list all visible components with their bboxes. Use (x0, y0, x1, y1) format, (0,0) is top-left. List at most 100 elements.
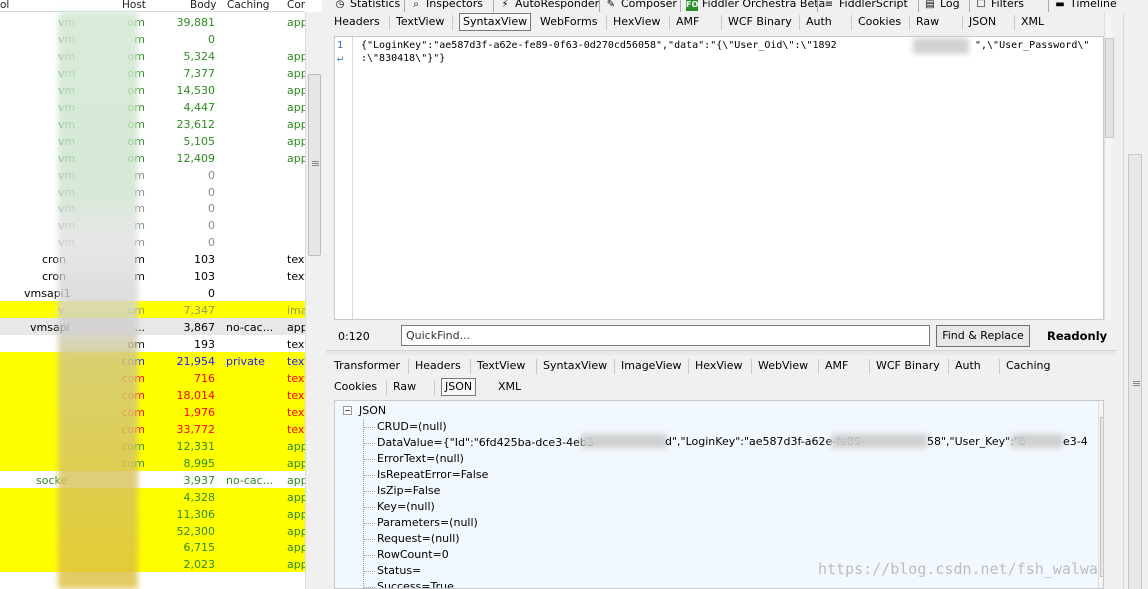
session-row[interactable]: 4,328 app (0, 487, 305, 505)
session-row[interactable]: vm m 0 (0, 29, 305, 47)
editor-scrollbar[interactable] (1104, 12, 1114, 320)
request-tab-headers[interactable]: Headers (334, 15, 380, 28)
column-header-caching[interactable]: Caching (227, 0, 269, 11)
scrollbar-thumb[interactable] (308, 74, 321, 256)
session-row[interactable]: cronm103text (0, 267, 305, 285)
session-row[interactable]: vm om 5,324 app (0, 46, 305, 64)
request-tab-raw[interactable]: Raw (916, 15, 939, 28)
response-tab-hexview[interactable]: HexView (695, 359, 742, 372)
column-header-content-type[interactable]: Cor (287, 0, 305, 11)
response-tab-amf[interactable]: AMF (825, 359, 848, 372)
column-header-host[interactable]: Host (122, 0, 146, 11)
request-tab-amf[interactable]: AMF (676, 15, 699, 28)
session-row[interactable]: com 21,954 private text (0, 352, 305, 369)
response-tab-auth[interactable]: Auth (955, 359, 981, 372)
session-row[interactable]: com 12,331 app (0, 436, 305, 454)
response-tab-transformer[interactable]: Transformer (334, 359, 400, 372)
collapse-toggle-icon[interactable]: − (343, 406, 352, 415)
response-tab-wcf-binary[interactable]: WCF Binary (876, 359, 940, 372)
session-row[interactable]: vm om 14,530 app (0, 80, 305, 98)
session-row[interactable]: 6,715 app (0, 538, 305, 556)
session-row[interactable]: com 716 text (0, 368, 305, 386)
json-node[interactable]: Status= (377, 564, 421, 577)
tree-scrollbar[interactable]: ▲ (1098, 401, 1104, 588)
scrollbar-thumb[interactable] (1100, 417, 1103, 577)
main-tab-inspectors[interactable]: ⌕ Inspectors (408, 0, 483, 12)
response-tab-webview[interactable]: WebView (758, 359, 808, 372)
session-row[interactable]: vm om 23,612 app (0, 114, 305, 132)
quickfind-input[interactable]: QuickFind... (401, 325, 930, 346)
session-row[interactable]: vmsapi... 3,867 no-cac... app (0, 318, 305, 336)
session-row[interactable]: vm om 39,881 app (0, 13, 305, 30)
session-row[interactable]: vm om 12,409 app (0, 148, 305, 166)
json-node[interactable]: Request=(null) (377, 532, 460, 545)
column-header-body[interactable]: Body (190, 0, 217, 11)
main-tab-autoresponder[interactable]: ⚡ AutoResponder (497, 0, 599, 12)
json-root-node[interactable]: JSON (359, 404, 386, 417)
session-row[interactable]: 52,300 app (0, 521, 305, 539)
json-node[interactable]: Success=True (377, 580, 454, 588)
request-tab-cookies[interactable]: Cookies (858, 15, 901, 28)
session-row[interactable]: vmsapi1 0 (0, 284, 305, 302)
session-row[interactable]: vm m 0 (0, 165, 305, 183)
main-tab-filters[interactable]: ☐ Filters (973, 0, 1024, 12)
session-row[interactable]: vm m 0 (0, 182, 305, 200)
session-row[interactable]: vm om 5,105 app (0, 131, 305, 149)
json-node[interactable]: CRUD=(null) (377, 420, 447, 433)
request-tab-textview[interactable]: TextView (396, 15, 444, 28)
session-row[interactable]: 11,306 app (0, 504, 305, 522)
json-node[interactable]: RowCount=0 (377, 548, 449, 561)
session-row[interactable]: socke 3,937 no-cac... app (0, 470, 305, 488)
response-tab-headers[interactable]: Headers (415, 359, 461, 372)
scrollbar-thumb[interactable] (1105, 38, 1114, 138)
json-node[interactable]: IsRepeatError=False (377, 468, 488, 481)
session-row[interactable]: om 193 text (0, 335, 305, 353)
response-tab-syntaxview[interactable]: SyntaxView (543, 359, 607, 372)
response-tab-json[interactable]: JSON (441, 378, 477, 396)
session-row[interactable]: vom7,347imag (0, 301, 305, 319)
json-node[interactable]: Parameters=(null) (377, 516, 478, 529)
session-row[interactable]: com 18,014 text (0, 385, 305, 403)
request-tab-webforms[interactable]: WebForms (540, 15, 597, 28)
session-row[interactable]: vm m 0 (0, 199, 305, 217)
session-row[interactable]: vm m 0 (0, 216, 305, 234)
main-tab-statistics[interactable]: ◷ Statistics (332, 0, 401, 12)
request-tab-auth[interactable]: Auth (806, 15, 832, 28)
column-header-protocol[interactable]: ol (0, 0, 9, 11)
request-tab-xml[interactable]: XML (1021, 15, 1044, 28)
session-row[interactable]: com 33,772 text (0, 419, 305, 437)
response-tab-raw[interactable]: Raw (393, 380, 416, 393)
main-tab-fiddler-orchestra-beta[interactable]: FO Fiddler Orchestra Beta (684, 0, 825, 12)
response-tab-imageview[interactable]: ImageView (621, 359, 682, 372)
response-tab-xml[interactable]: XML (498, 380, 521, 393)
session-row[interactable]: 2,023 app (0, 555, 305, 573)
main-tab-fiddlerscript[interactable]: ≡ FiddlerScript (821, 0, 908, 12)
scrollbar-thumb[interactable] (1128, 154, 1142, 589)
main-tab-timeline[interactable]: ▬ Timeline (1052, 0, 1117, 12)
scroll-up-icon[interactable]: ▲ (1103, 404, 1104, 413)
find-replace-button[interactable]: Find & Replace (936, 325, 1030, 347)
session-row[interactable]: vm om 7,377 app (0, 63, 305, 81)
session-row[interactable]: vm m 0 (0, 233, 305, 251)
inspector-scrollbar[interactable] (1123, 12, 1148, 589)
session-list[interactable]: ol Host Body Caching Cor vm om 39,881 app vm… (0, 0, 322, 589)
response-tab-caching[interactable]: Caching (1006, 359, 1050, 372)
main-tab-log[interactable]: ▤ Log (922, 0, 959, 12)
session-row[interactable]: cronm103text (0, 250, 305, 268)
main-tab-composer[interactable]: ✎ Composer (603, 0, 677, 12)
response-tab-textview[interactable]: TextView (477, 359, 525, 372)
json-node[interactable]: Key=(null) (377, 500, 435, 513)
session-row[interactable]: com 8,995 app (0, 453, 305, 471)
request-tab-json[interactable]: JSON (969, 15, 996, 28)
response-tab-cookies[interactable]: Cookies (334, 380, 377, 393)
json-node[interactable]: DataValue={"Id":"6fd425ba-dce3-4eb3- (377, 436, 598, 449)
syntax-view-editor[interactable]: 1 ↵ {"LoginKey":"ae587d3f-a62e-fe89-0f63… (334, 36, 1104, 320)
session-list-scrollbar[interactable] (305, 12, 322, 589)
json-node[interactable]: IsZip=False (377, 484, 440, 497)
json-node[interactable]: ErrorText=(null) (377, 452, 464, 465)
session-row[interactable]: com 1,976 text (0, 402, 305, 420)
request-tab-wcf-binary[interactable]: WCF Binary (728, 15, 792, 28)
session-row[interactable]: vm om 4,447 app (0, 97, 305, 115)
request-tab-syntaxview[interactable]: SyntaxView (459, 13, 532, 31)
pane-splitter[interactable] (326, 350, 1116, 355)
